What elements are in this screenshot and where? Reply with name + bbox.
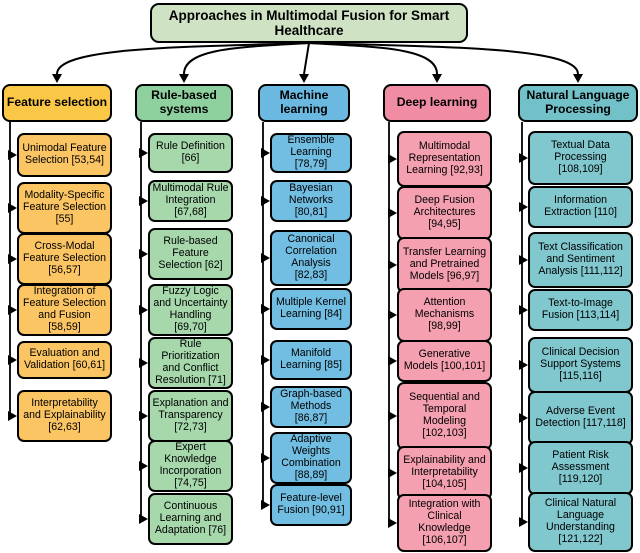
leaf-node-4-0: Textual Data Processing [108,109]: [528, 131, 633, 185]
leaf-node-4-5: Adverse Event Detection [117,118]: [528, 391, 633, 445]
column-header-0-label: Feature selection: [6, 95, 108, 110]
leaf-node-1-7-label: Continuous Learning and Adaptation [76]: [154, 500, 227, 536]
leaf-node-2-2-label: Canonical Correlation Analysis [82,83]: [285, 233, 337, 281]
leaf-node-1-2: Rule-based Feature Selection [62]: [148, 228, 233, 280]
leaf-node-3-6-label: Explainability and Interpretability [104…: [403, 454, 486, 490]
leaf-node-4-7: Clinical Natural Language Understanding …: [528, 492, 633, 552]
leaf-node-0-1-label: Modality-Specific Feature Selection [55]: [22, 189, 107, 225]
leaf-node-3-3-label: Attention Mechanisms [98,99]: [414, 296, 475, 332]
leaf-node-3-6: Explainability and Interpretability [104…: [397, 446, 492, 500]
leaf-node-3-4-label: Generative Models [100,101]: [403, 348, 486, 372]
leaf-node-3-0: Multimodal Representation Learning [92,9…: [397, 131, 492, 187]
column-header-1: Rule-based systems: [135, 84, 233, 122]
leaf-node-2-0-label: Ensemble Learning [78,79]: [287, 134, 335, 170]
column-header-0: Feature selection: [2, 84, 112, 122]
leaf-node-2-1-label: Bayesian Networks [80,81]: [288, 182, 334, 218]
leaf-node-1-2-label: Rule-based Feature Selection [62]: [158, 235, 223, 271]
leaf-node-4-4: Clinical Decision Support Systems [115,1…: [528, 337, 633, 393]
leaf-node-2-1: Bayesian Networks [80,81]: [270, 180, 352, 222]
column-header-4: Natural Language Processing: [518, 84, 638, 122]
leaf-node-0-5: Interpretability and Explainability [62,…: [17, 390, 112, 442]
leaf-node-2-0: Ensemble Learning [78,79]: [270, 133, 352, 173]
leaf-node-3-2-label: Transfer Learning and Pretrained Models …: [402, 246, 487, 282]
leaf-node-1-4-label: Rule Prioritization and Conflict Resolut…: [155, 338, 226, 386]
column-header-2: Machine learning: [258, 84, 350, 122]
leaf-node-2-2: Canonical Correlation Analysis [82,83]: [270, 230, 352, 286]
column-header-1-label: Rule-based systems: [151, 88, 217, 116]
leaf-node-4-7-label: Clinical Natural Language Understanding …: [544, 497, 617, 545]
leaf-node-1-3: Fuzzy Logic and Uncertainty Handling [69…: [148, 284, 233, 336]
leaf-node-4-2-label: Text Classification and Sentiment Analys…: [538, 241, 623, 277]
leaf-node-2-3: Multiple Kernel Learning [84]: [270, 288, 352, 330]
leaf-node-1-5-label: Explanation and Transparency [72,73]: [152, 397, 229, 433]
leaf-node-1-1: Multimodal Rule Integration [67,68]: [148, 180, 233, 222]
leaf-node-4-2: Text Classification and Sentiment Analys…: [528, 232, 633, 288]
leaf-node-0-5-label: Interpretability and Explainability [62,…: [23, 397, 106, 433]
diagram-canvas: Approaches in Multimodal Fusion for Smar…: [0, 0, 640, 553]
leaf-node-0-0: Unimodal Feature Selection [53,54]: [17, 133, 112, 177]
column-header-3-label: Deep learning: [396, 95, 478, 110]
leaf-node-2-5: Graph-based Methods [86,87]: [270, 386, 352, 428]
leaf-node-0-4-label: Evaluation and Validation [60,61]: [23, 347, 106, 371]
leaf-node-0-3: Integration of Feature Selection and Fus…: [17, 284, 112, 336]
leaf-node-0-2: Cross-Modal Feature Selection [56,57]: [17, 233, 112, 285]
leaf-node-1-6-label: Expert Knowledge Incorporation [74,75]: [159, 441, 222, 489]
leaf-node-2-3-label: Multiple Kernel Learning [84]: [275, 296, 347, 320]
leaf-node-2-4-label: Manifold Learning [85]: [280, 347, 342, 371]
leaf-node-4-1: Information Extraction [110]: [528, 186, 633, 228]
diagram-title: Approaches in Multimodal Fusion for Smar…: [150, 3, 468, 43]
leaf-node-4-5-label: Adverse Event Detection [117,118]: [535, 405, 626, 429]
leaf-node-0-4: Evaluation and Validation [60,61]: [17, 341, 112, 379]
leaf-node-4-4-label: Clinical Decision Support Systems [115,1…: [540, 346, 621, 382]
leaf-node-3-5: Sequential and Temporal Modeling [102,10…: [397, 382, 492, 450]
leaf-node-4-1-label: Information Extraction [110]: [544, 194, 617, 218]
leaf-node-3-5-label: Sequential and Temporal Modeling [102,10…: [409, 391, 480, 439]
leaf-node-1-4: Rule Prioritization and Conflict Resolut…: [148, 337, 233, 389]
leaf-node-2-7: Feature-level Fusion [90,91]: [270, 484, 352, 526]
leaf-node-3-7: Integration with Clinical Knowledge [106…: [397, 494, 492, 552]
leaf-node-4-3: Text-to-Image Fusion [113,114]: [528, 289, 633, 331]
leaf-node-4-6: Patient Risk Assessment [119,120]: [528, 441, 633, 495]
column-header-3: Deep learning: [383, 84, 491, 122]
leaf-node-3-3: Attention Mechanisms [98,99]: [397, 288, 492, 342]
leaf-node-1-1-label: Multimodal Rule Integration [67,68]: [152, 182, 229, 218]
leaf-node-3-0-label: Multimodal Representation Learning [92,9…: [406, 140, 483, 176]
leaf-node-1-5: Explanation and Transparency [72,73]: [148, 390, 233, 442]
leaf-node-1-0-label: Rule Definition [66]: [156, 140, 225, 164]
leaf-node-0-2-label: Cross-Modal Feature Selection [56,57]: [22, 240, 107, 276]
leaf-node-4-6-label: Patient Risk Assessment [119,120]: [551, 449, 610, 485]
column-header-2-label: Machine learning: [279, 88, 329, 116]
leaf-node-3-1: Deep Fusion Architectures [94,95]: [397, 186, 492, 240]
leaf-node-3-7-label: Integration with Clinical Knowledge [106…: [408, 498, 481, 546]
leaf-node-3-2: Transfer Learning and Pretrained Models …: [397, 237, 492, 293]
leaf-node-0-1: Modality-Specific Feature Selection [55]: [17, 182, 112, 234]
diagram-title-label: Approaches in Multimodal Fusion for Smar…: [168, 7, 450, 38]
leaf-node-4-0-label: Textual Data Processing [108,109]: [551, 139, 610, 175]
leaf-node-4-3-label: Text-to-Image Fusion [113,114]: [541, 297, 620, 321]
leaf-node-3-4: Generative Models [100,101]: [397, 340, 492, 382]
leaf-node-2-5-label: Graph-based Methods [86,87]: [280, 388, 342, 424]
leaf-node-2-6-label: Adaptive Weights Combination [88,89]: [281, 433, 341, 481]
leaf-node-2-7-label: Feature-level Fusion [90,91]: [277, 492, 345, 516]
leaf-node-1-7: Continuous Learning and Adaptation [76]: [148, 493, 233, 545]
leaf-node-2-6: Adaptive Weights Combination [88,89]: [270, 432, 352, 484]
leaf-node-1-3-label: Fuzzy Logic and Uncertainty Handling [69…: [153, 285, 228, 333]
leaf-node-1-0: Rule Definition [66]: [148, 133, 233, 173]
leaf-node-0-0-label: Unimodal Feature Selection [53,54]: [22, 142, 107, 166]
column-header-4-label: Natural Language Processing: [526, 88, 630, 116]
leaf-node-1-6: Expert Knowledge Incorporation [74,75]: [148, 440, 233, 492]
leaf-node-3-1-label: Deep Fusion Architectures [94,95]: [413, 194, 476, 230]
leaf-node-2-4: Manifold Learning [85]: [270, 340, 352, 380]
leaf-node-0-3-label: Integration of Feature Selection and Fus…: [22, 285, 107, 333]
